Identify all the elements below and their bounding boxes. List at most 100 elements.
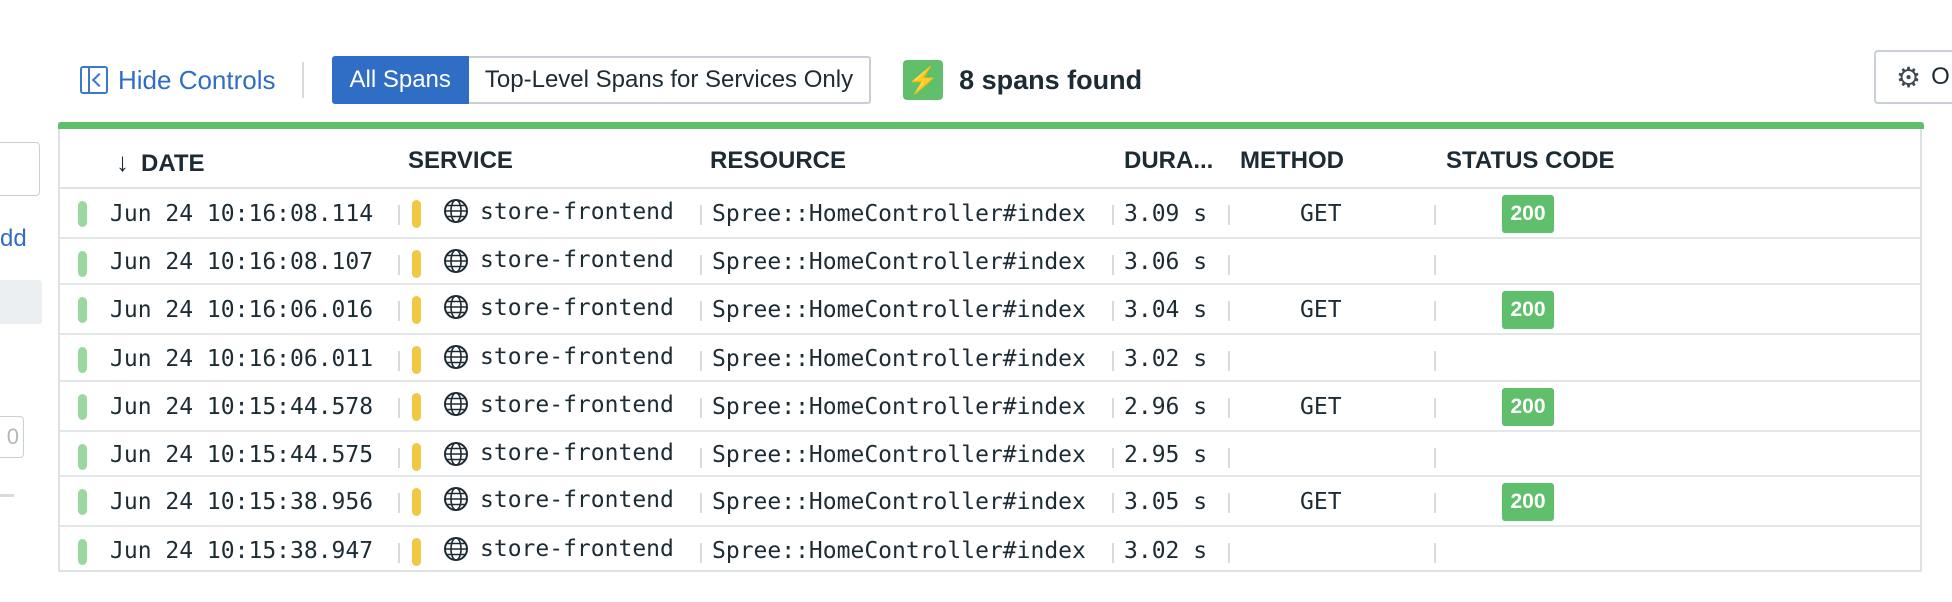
options-label: O xyxy=(1931,63,1950,90)
cell-separator xyxy=(700,205,702,225)
table-row[interactable]: Jun 24 10:15:38.956 store-frontend Spree::… xyxy=(60,477,1920,527)
column-header-method[interactable]: METHOD xyxy=(1240,147,1344,175)
status-code-badge: 200 xyxy=(1502,483,1554,521)
cell-separator xyxy=(398,448,400,468)
service-color-indicator xyxy=(412,250,421,278)
duration-cell: 2.95 s xyxy=(1124,442,1208,468)
table-row[interactable]: Jun 24 10:15:44.578 store-frontend Spree::… xyxy=(60,382,1920,432)
left-controls-panel: dd 0 xyxy=(0,140,44,500)
cell-separator xyxy=(1112,448,1114,468)
service-cell: store-frontend xyxy=(480,487,674,513)
cell-separator xyxy=(398,351,400,371)
service-color-indicator xyxy=(412,346,421,374)
cell-separator xyxy=(1434,301,1436,321)
cell-separator xyxy=(1112,351,1114,371)
column-header-resource[interactable]: RESOURCE xyxy=(710,147,846,175)
cell-separator xyxy=(700,301,702,321)
add-facet-link[interactable]: dd xyxy=(0,225,27,253)
date-cell: Jun 24 10:16:06.011 xyxy=(110,346,374,372)
table-row[interactable]: Jun 24 10:16:08.107 store-frontend Spree::… xyxy=(60,239,1920,285)
table-row[interactable]: Jun 24 10:15:44.575 store-frontend Spree::… xyxy=(60,432,1920,477)
cell-separator xyxy=(398,493,400,513)
cell-separator xyxy=(1228,448,1230,468)
cell-separator xyxy=(1434,205,1436,225)
method-cell: GET xyxy=(1300,297,1342,323)
cell-separator xyxy=(1112,301,1114,321)
duration-cell: 3.05 s xyxy=(1124,489,1208,515)
cell-separator xyxy=(1228,398,1230,418)
service-color-indicator xyxy=(412,200,421,228)
cell-separator xyxy=(1228,301,1230,321)
service-cell: store-frontend xyxy=(480,536,674,562)
globe-icon xyxy=(444,295,468,319)
table-row[interactable]: Jun 24 10:16:06.016 store-frontend Spree::… xyxy=(60,285,1920,335)
span-status-indicator xyxy=(78,251,87,277)
lightning-icon: ⚡ xyxy=(903,60,944,100)
globe-icon xyxy=(444,487,468,511)
column-header-duration[interactable]: DURA... xyxy=(1124,147,1213,175)
cell-separator xyxy=(1434,493,1436,513)
spans-found-count: 8 spans found xyxy=(959,64,1143,95)
service-cell: store-frontend xyxy=(480,344,674,370)
hide-controls-button[interactable]: Hide Controls xyxy=(80,65,276,96)
all-spans-button[interactable]: All Spans xyxy=(331,56,469,104)
cell-separator xyxy=(700,398,702,418)
cell-separator xyxy=(700,351,702,371)
date-cell: Jun 24 10:16:06.016 xyxy=(110,297,374,323)
table-row[interactable]: Jun 24 10:16:08.114 store-frontend Spree::… xyxy=(60,189,1920,239)
cell-separator xyxy=(1112,398,1114,418)
globe-icon xyxy=(444,537,468,561)
duration-cell: 3.02 s xyxy=(1124,346,1208,372)
date-cell: Jun 24 10:15:38.947 xyxy=(110,538,374,564)
column-header-service[interactable]: SERVICE xyxy=(408,147,513,175)
method-cell: GET xyxy=(1300,489,1342,515)
resource-cell: Spree::HomeController#index xyxy=(712,394,1086,420)
resource-cell: Spree::HomeController#index xyxy=(712,442,1086,468)
date-cell: Jun 24 10:16:08.114 xyxy=(110,201,374,227)
cell-separator xyxy=(1112,493,1114,513)
loading-complete-bar xyxy=(58,122,1924,129)
status-code-badge: 200 xyxy=(1502,195,1554,233)
cell-separator xyxy=(1228,255,1230,275)
globe-icon xyxy=(444,345,468,369)
sort-arrow-down-icon: ↓ xyxy=(116,147,129,177)
table-row[interactable]: Jun 24 10:16:06.011 store-frontend Spree::… xyxy=(60,335,1920,382)
cell-separator xyxy=(1228,543,1230,563)
resource-cell: Spree::HomeController#index xyxy=(712,249,1086,275)
service-cell: store-frontend xyxy=(480,199,674,225)
method-cell: GET xyxy=(1300,201,1342,227)
cell-separator xyxy=(1112,255,1114,275)
cell-separator xyxy=(398,543,400,563)
service-color-indicator xyxy=(412,538,421,566)
service-color-indicator xyxy=(412,443,421,471)
cell-separator xyxy=(1228,205,1230,225)
facet-item[interactable] xyxy=(0,280,42,324)
resource-cell: Spree::HomeController#index xyxy=(712,489,1086,515)
duration-cell: 3.04 s xyxy=(1124,297,1208,323)
globe-icon xyxy=(444,199,468,223)
column-header-date[interactable]: ↓ DATE xyxy=(116,147,205,178)
date-cell: Jun 24 10:16:08.107 xyxy=(110,249,374,275)
duration-cell: 2.96 s xyxy=(1124,394,1208,420)
options-button[interactable]: ⚙ O xyxy=(1874,50,1952,104)
service-cell: store-frontend xyxy=(480,247,674,273)
service-cell: store-frontend xyxy=(480,440,674,466)
duration-cell: 3.09 s xyxy=(1124,201,1208,227)
globe-icon xyxy=(444,392,468,416)
column-header-status-code[interactable]: STATUS CODE xyxy=(1446,147,1614,175)
table-row[interactable]: Jun 24 10:15:38.947 store-frontend Spree::… xyxy=(60,527,1920,575)
service-color-indicator xyxy=(412,393,421,421)
top-level-spans-button[interactable]: Top-Level Spans for Services Only xyxy=(468,56,872,104)
resource-cell: Spree::HomeController#index xyxy=(712,346,1086,372)
span-status-indicator xyxy=(78,201,87,227)
cell-separator xyxy=(700,255,702,275)
facet-search-input[interactable] xyxy=(0,142,40,196)
cell-separator xyxy=(700,448,702,468)
cell-separator xyxy=(398,255,400,275)
span-status-indicator xyxy=(78,394,87,420)
cell-separator xyxy=(1434,543,1436,563)
range-input[interactable]: 0 xyxy=(0,416,24,458)
status-code-badge: 200 xyxy=(1502,388,1554,426)
globe-icon xyxy=(444,249,468,273)
resource-cell: Spree::HomeController#index xyxy=(712,297,1086,323)
